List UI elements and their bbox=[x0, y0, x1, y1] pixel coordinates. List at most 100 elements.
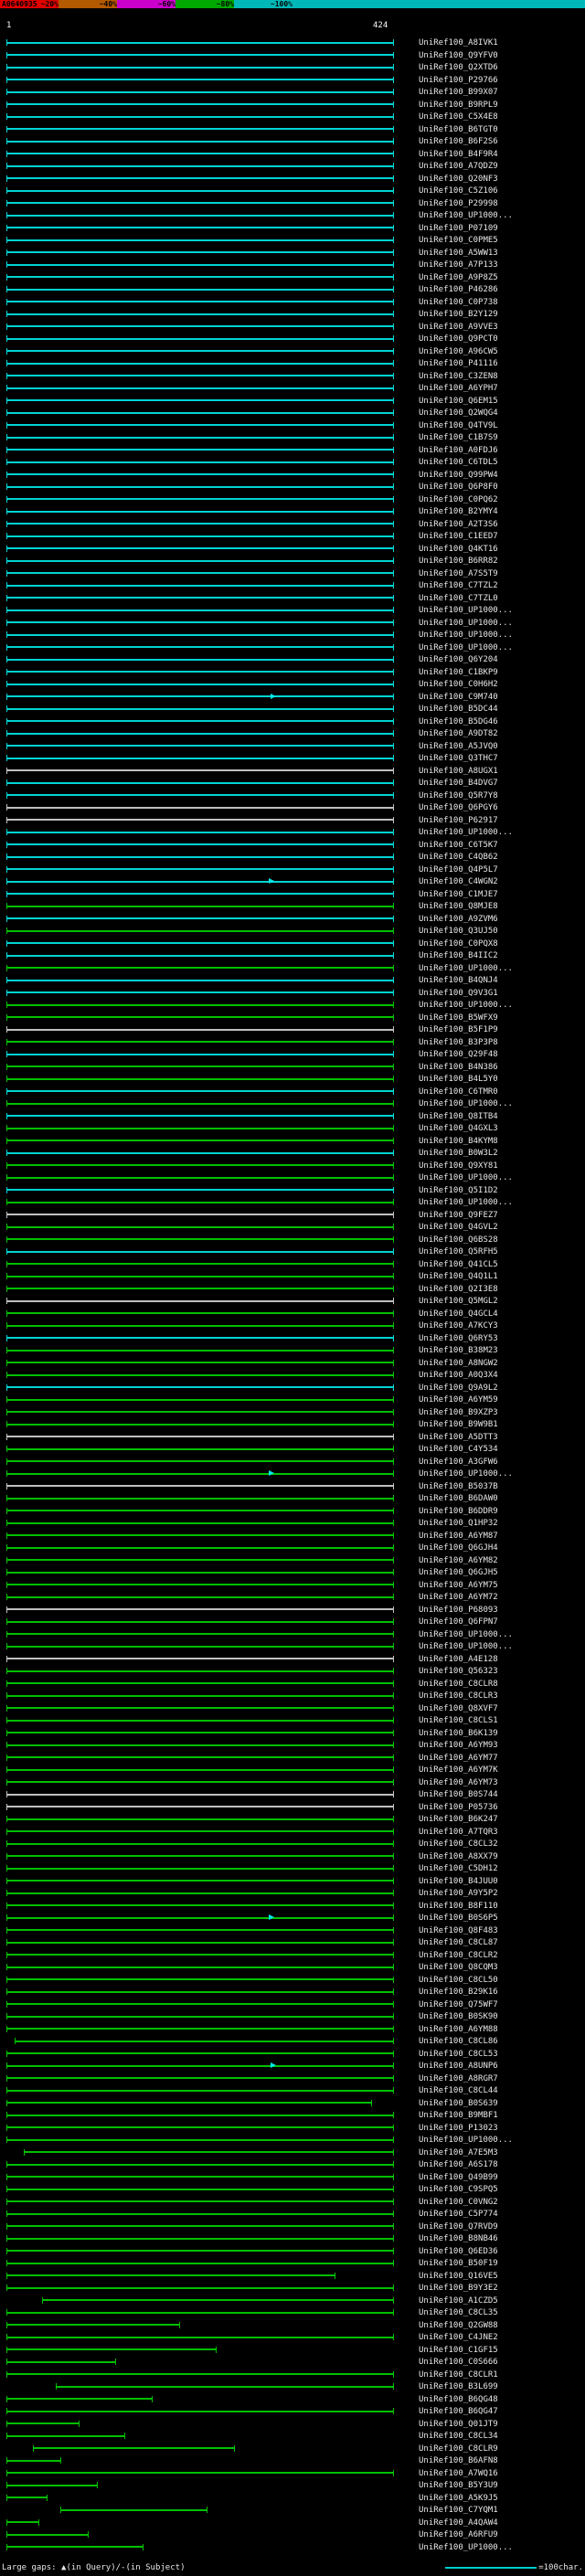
hit-label[interactable]: UniRef100_B5WFX9 bbox=[419, 1013, 498, 1023]
hit-label[interactable]: UniRef100_A9VVE3 bbox=[419, 323, 498, 333]
hit-label[interactable]: UniRef100_C9M740 bbox=[419, 693, 498, 703]
hit-label[interactable]: UniRef100_A5JVQ0 bbox=[419, 742, 498, 752]
hit-bar[interactable] bbox=[60, 2507, 207, 2513]
hit-bar[interactable] bbox=[6, 385, 394, 391]
hit-bar[interactable] bbox=[6, 928, 394, 934]
hit-bar[interactable] bbox=[6, 1212, 394, 1218]
hit-label[interactable]: UniRef100_A6YPH7 bbox=[419, 384, 498, 394]
hit-label[interactable]: UniRef100_C0PQX8 bbox=[419, 939, 498, 949]
hit-bar[interactable] bbox=[6, 77, 394, 83]
hit-label[interactable]: UniRef100_Q99PW4 bbox=[419, 471, 498, 481]
hit-bar[interactable] bbox=[6, 1064, 394, 1070]
hit-label[interactable]: UniRef100_Q7RVD9 bbox=[419, 2222, 498, 2232]
hit-bar[interactable] bbox=[6, 1236, 394, 1243]
hit-label[interactable]: UniRef100_C0PQ62 bbox=[419, 495, 498, 505]
hit-label[interactable]: UniRef100_UP1000... bbox=[419, 1469, 513, 1479]
hit-bar[interactable] bbox=[6, 1656, 394, 1662]
hit-bar[interactable] bbox=[6, 1384, 394, 1391]
hit-bar[interactable] bbox=[6, 1853, 394, 1860]
hit-label[interactable]: UniRef100_A8NGW2 bbox=[419, 1359, 498, 1369]
hit-bar[interactable] bbox=[6, 1224, 394, 1230]
hit-label[interactable]: UniRef100_UP1000... bbox=[419, 2543, 513, 2553]
hit-bar[interactable] bbox=[6, 1261, 394, 1267]
hit-bar[interactable] bbox=[6, 1816, 394, 1822]
hit-bar[interactable] bbox=[6, 2495, 48, 2501]
hit-bar[interactable] bbox=[6, 607, 394, 613]
hit-bar[interactable] bbox=[6, 1557, 394, 1564]
hit-label[interactable]: UniRef100_Q6PGY6 bbox=[419, 803, 498, 813]
hit-bar[interactable] bbox=[6, 903, 394, 909]
hit-label[interactable]: UniRef100_Q3UJ50 bbox=[419, 927, 498, 937]
hit-label[interactable]: UniRef100_A6YM7K bbox=[419, 1765, 498, 1776]
hit-label[interactable]: UniRef100_Q41CL5 bbox=[419, 1260, 498, 1270]
hit-bar[interactable] bbox=[6, 1766, 394, 1773]
hit-label[interactable]: UniRef100_C7YQM1 bbox=[419, 2506, 498, 2516]
hit-bar[interactable] bbox=[6, 2284, 394, 2291]
hit-label[interactable]: UniRef100_B0SK90 bbox=[419, 2012, 498, 2022]
hit-label[interactable]: UniRef100_B0S744 bbox=[419, 1790, 498, 1800]
hit-label[interactable]: UniRef100_A7QDZ9 bbox=[419, 162, 498, 172]
hit-bar[interactable] bbox=[6, 1495, 394, 1501]
hit-label[interactable]: UniRef100_C3ZEN8 bbox=[419, 372, 498, 382]
hit-bar[interactable] bbox=[6, 483, 394, 490]
hit-label[interactable]: UniRef100_P29766 bbox=[419, 76, 498, 86]
hit-label[interactable]: UniRef100_A4QAW4 bbox=[419, 2518, 498, 2528]
hit-label[interactable]: UniRef100_Q8XVF7 bbox=[419, 1704, 498, 1714]
hit-label[interactable]: UniRef100_C0P738 bbox=[419, 298, 498, 308]
hit-label[interactable]: UniRef100_C5DH12 bbox=[419, 1864, 498, 1874]
hit-label[interactable]: UniRef100_Q8MJE8 bbox=[419, 902, 498, 912]
hit-bar[interactable] bbox=[6, 977, 394, 983]
hit-bar[interactable] bbox=[6, 1372, 394, 1378]
hit-label[interactable]: UniRef100_A6YM88 bbox=[419, 2025, 498, 2035]
hit-label[interactable]: UniRef100_Q9XY81 bbox=[419, 1161, 498, 1171]
hit-label[interactable]: UniRef100_A6YM59 bbox=[419, 1395, 498, 1405]
hit-label[interactable]: UniRef100_UP1000... bbox=[419, 1173, 513, 1183]
hit-bar[interactable] bbox=[6, 2260, 394, 2266]
hit-bar[interactable] bbox=[6, 792, 394, 799]
hit-bar[interactable] bbox=[6, 1532, 394, 1539]
hit-bar[interactable] bbox=[6, 175, 394, 182]
hit-label[interactable]: UniRef100_B2Y129 bbox=[419, 310, 498, 320]
hit-label[interactable]: UniRef100_B0S6P5 bbox=[419, 1913, 498, 1924]
hit-bar[interactable] bbox=[6, 1470, 394, 1477]
hit-bar[interactable] bbox=[6, 694, 394, 700]
hit-label[interactable]: UniRef100_C8CL35 bbox=[419, 2308, 498, 2318]
hit-label[interactable]: UniRef100_Q2I3E8 bbox=[419, 1285, 498, 1295]
hit-bar[interactable] bbox=[6, 878, 394, 885]
hit-bar[interactable] bbox=[6, 1890, 394, 1896]
hit-bar[interactable] bbox=[6, 1569, 394, 1575]
hit-bar[interactable] bbox=[6, 1434, 394, 1440]
hit-bar[interactable] bbox=[6, 1668, 394, 1674]
hit-bar[interactable] bbox=[6, 212, 394, 218]
hit-bar[interactable] bbox=[6, 546, 394, 552]
hit-label[interactable]: UniRef100_C7TZL2 bbox=[419, 581, 498, 591]
hit-bar[interactable] bbox=[6, 2235, 394, 2242]
hit-label[interactable]: UniRef100_C1BKP9 bbox=[419, 668, 498, 678]
hit-label[interactable]: UniRef100_Q6RY53 bbox=[419, 1334, 498, 1344]
hit-label[interactable]: UniRef100_B0W3L2 bbox=[419, 1149, 498, 1159]
hit-label[interactable]: UniRef100_Q6GJH4 bbox=[419, 1543, 498, 1553]
hit-bar[interactable] bbox=[6, 447, 394, 453]
hit-label[interactable]: UniRef100_B9RPL9 bbox=[419, 101, 498, 111]
hit-bar[interactable] bbox=[6, 200, 394, 207]
hit-bar[interactable] bbox=[6, 644, 394, 651]
hit-bar[interactable] bbox=[6, 2519, 39, 2526]
hit-label[interactable]: UniRef100_C4Y534 bbox=[419, 1445, 498, 1455]
hit-bar[interactable] bbox=[6, 1100, 394, 1107]
hit-bar[interactable] bbox=[6, 1150, 394, 1156]
hit-bar[interactable] bbox=[6, 1977, 394, 1983]
hit-bar[interactable] bbox=[6, 2322, 180, 2328]
hit-bar[interactable] bbox=[6, 64, 394, 70]
hit-label[interactable]: UniRef100_Q9V3G1 bbox=[419, 989, 498, 999]
hit-label[interactable]: UniRef100_A7E5M3 bbox=[419, 2148, 498, 2158]
hit-bar[interactable] bbox=[6, 1026, 394, 1033]
hit-label[interactable]: UniRef100_P62917 bbox=[419, 816, 498, 826]
hit-bar[interactable] bbox=[6, 1076, 394, 1082]
hit-label[interactable]: UniRef100_Q6BS28 bbox=[419, 1235, 498, 1246]
hit-bar[interactable] bbox=[6, 1483, 394, 1489]
hit-label[interactable]: UniRef100_B6K139 bbox=[419, 1729, 498, 1739]
hit-bar[interactable] bbox=[6, 1927, 394, 1934]
hit-bar[interactable] bbox=[6, 1199, 394, 1205]
hit-label[interactable]: UniRef100_B6AFN8 bbox=[419, 2456, 498, 2466]
hit-bar[interactable] bbox=[6, 39, 394, 46]
